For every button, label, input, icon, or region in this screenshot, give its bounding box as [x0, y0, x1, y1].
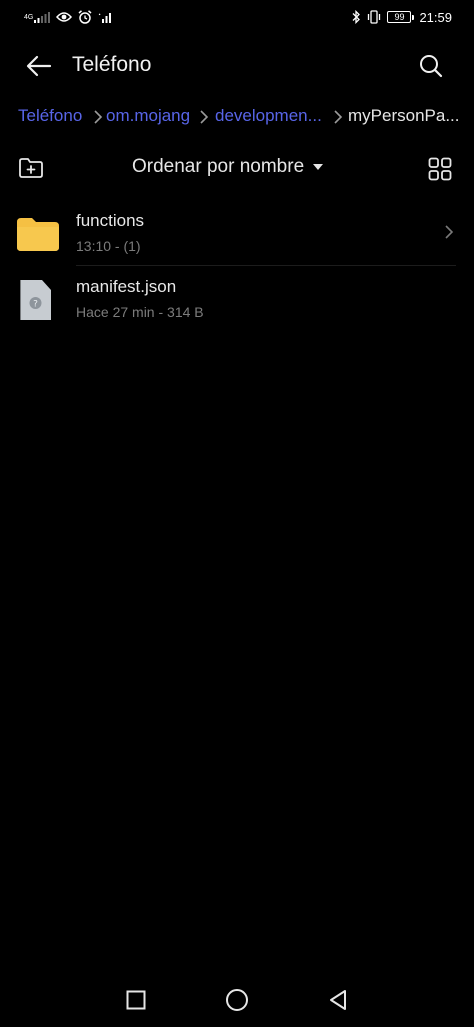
- sort-dropdown[interactable]: Ordenar por nombre: [132, 156, 324, 178]
- svg-text:?: ?: [33, 300, 38, 310]
- navigation-bar: [0, 971, 474, 1027]
- recents-square-icon: [126, 990, 146, 1010]
- alarm-icon: [78, 10, 92, 24]
- clock: 21:59: [419, 9, 452, 25]
- breadcrumb-item-development[interactable]: developmen...: [215, 106, 322, 126]
- wifi-signal-icon: ∙: [98, 11, 112, 23]
- status-left: 4G ∙: [24, 10, 112, 24]
- app-bar: Teléfono: [0, 40, 474, 92]
- back-triangle-icon: [330, 990, 346, 1010]
- home-button[interactable]: [222, 985, 252, 1015]
- unknown-file-icon: ?: [20, 280, 51, 320]
- breadcrumb-item-mojang[interactable]: om.mojang: [106, 106, 190, 126]
- file-list: functions 13:10 - (1) ? manifest.json Ha…: [0, 200, 474, 332]
- home-circle-icon: [226, 989, 248, 1011]
- file-name: manifest.json: [76, 277, 177, 296]
- caret-down-icon: [313, 164, 324, 170]
- bluetooth-icon: [351, 10, 361, 24]
- file-name: functions: [76, 211, 145, 230]
- screen: 4G ∙ 99 21:59 Teléfono Teléfono om.mojan…: [0, 0, 474, 1027]
- battery-icon: 99: [387, 11, 415, 23]
- svg-text:∙: ∙: [98, 12, 101, 18]
- recents-button[interactable]: [121, 985, 151, 1015]
- arrow-left-icon: [26, 55, 52, 77]
- vibrate-icon: [367, 10, 381, 24]
- breadcrumb: Teléfono om.mojang developmen... myPerso…: [0, 104, 474, 132]
- eye-icon: [56, 11, 73, 23]
- search-button[interactable]: [416, 51, 446, 81]
- search-icon: [420, 55, 443, 78]
- folder-icon: [17, 218, 59, 251]
- signal-icon: 4G: [24, 11, 51, 23]
- file-meta: 13:10 - (1): [76, 238, 141, 254]
- file-meta: Hace 27 min - 314 B: [76, 304, 204, 320]
- battery-level: 99: [394, 12, 405, 22]
- list-item-manifest[interactable]: ? manifest.json Hace 27 min - 314 B: [0, 266, 474, 332]
- list-item-functions[interactable]: functions 13:10 - (1): [0, 200, 474, 266]
- system-back-button[interactable]: [323, 985, 353, 1015]
- new-folder-icon: [19, 158, 43, 178]
- chevron-right-icon: [200, 110, 209, 124]
- chevron-right-icon: [445, 225, 454, 239]
- breadcrumb-item-telefono[interactable]: Teléfono: [18, 106, 82, 126]
- breadcrumb-item-current: myPersonPa...: [348, 106, 460, 125]
- sort-label: Ordenar por nombre: [132, 156, 305, 177]
- status-bar: 4G ∙ 99 21:59: [0, 0, 474, 34]
- grid-view-button[interactable]: [426, 155, 454, 183]
- chevron-right-icon: [94, 110, 103, 124]
- page-title: Teléfono: [72, 53, 152, 76]
- back-button[interactable]: [24, 52, 54, 80]
- network-label: 4G: [24, 13, 34, 21]
- chevron-right-icon: [334, 110, 343, 124]
- status-right: 99 21:59: [351, 10, 452, 25]
- toolbar: Ordenar por nombre: [0, 150, 474, 188]
- grid-view-icon: [428, 157, 452, 181]
- new-folder-button[interactable]: [16, 154, 46, 182]
